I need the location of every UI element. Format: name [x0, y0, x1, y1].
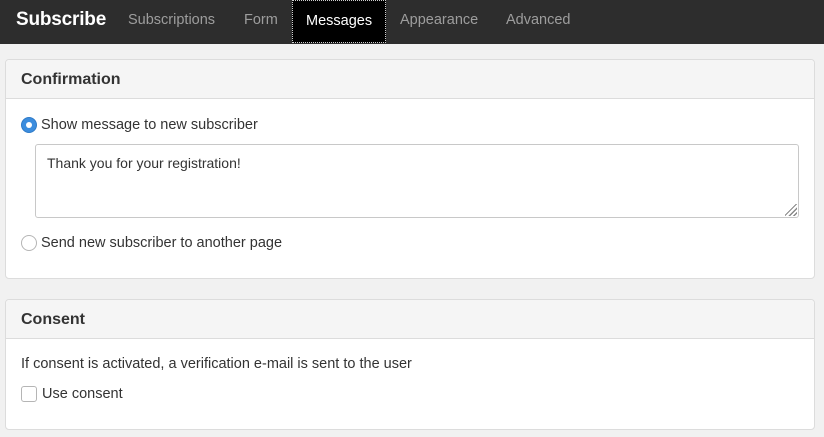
confirmation-message-textarea[interactable]: Thank you for your registration!	[35, 144, 799, 218]
tab-advanced[interactable]: Advanced	[506, 0, 571, 44]
tab-subscriptions[interactable]: Subscriptions	[128, 0, 215, 44]
consent-help-text: If consent is activated, a verification …	[21, 356, 412, 372]
use-consent-checkbox[interactable]	[21, 386, 37, 402]
show-message-option[interactable]: Show message to new subscriber	[21, 116, 258, 134]
show-message-radio[interactable]	[21, 117, 37, 133]
tab-form[interactable]: Form	[244, 0, 278, 44]
redirect-page-radio[interactable]	[21, 235, 37, 251]
redirect-page-label[interactable]: Send new subscriber to another page	[41, 235, 282, 251]
tab-messages[interactable]: Messages	[292, 0, 387, 43]
tab-appearance[interactable]: Appearance	[400, 0, 478, 44]
use-consent-label[interactable]: Use consent	[42, 386, 123, 402]
consent-panel: Consent If consent is activated, a verif…	[5, 299, 815, 430]
top-navbar: Subscribe Subscriptions Form Messages Ap…	[0, 0, 824, 44]
use-consent-option[interactable]: Use consent	[21, 385, 123, 403]
consent-panel-title: Consent	[6, 300, 814, 339]
brand-title[interactable]: Subscribe	[16, 9, 106, 31]
confirmation-panel: Confirmation Show message to new subscri…	[5, 59, 815, 279]
confirmation-panel-title: Confirmation	[6, 60, 814, 99]
show-message-label[interactable]: Show message to new subscriber	[41, 117, 258, 133]
redirect-page-option[interactable]: Send new subscriber to another page	[21, 234, 282, 252]
resize-grip-icon[interactable]	[785, 204, 797, 216]
confirmation-message-text: Thank you for your registration!	[47, 155, 241, 171]
